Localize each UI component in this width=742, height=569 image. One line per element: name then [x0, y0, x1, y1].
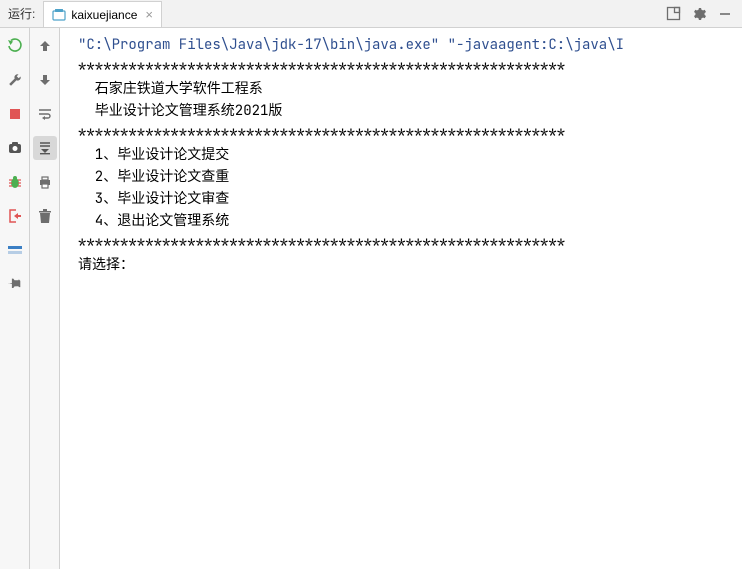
console-line: 石家庄铁道大学软件工程系: [78, 80, 263, 98]
down-arrow-icon[interactable]: [33, 68, 57, 92]
console-line: 3、毕业设计论文审查: [78, 190, 229, 208]
rerun-button[interactable]: [3, 34, 27, 58]
up-arrow-icon[interactable]: [33, 34, 57, 58]
debug-bug-icon[interactable]: [3, 170, 27, 194]
trash-icon[interactable]: [33, 204, 57, 228]
console-line: 1、毕业设计论文提交: [78, 146, 229, 164]
run-body: "C:\Program Files\Java\jdk-17\bin\java.e…: [0, 28, 742, 569]
run-tool-header: 运行: kaixuejiance ×: [0, 0, 742, 28]
console-line: 4、退出论文管理系统: [78, 212, 229, 230]
console-line: ****************************************…: [78, 124, 565, 142]
console-command-line: "C:\Program Files\Java\jdk-17\bin\java.e…: [78, 36, 624, 54]
console-line: ****************************************…: [78, 58, 565, 76]
gear-icon[interactable]: [688, 3, 710, 25]
dump-icon[interactable]: [3, 136, 27, 160]
close-icon[interactable]: ×: [145, 7, 153, 22]
run-tab[interactable]: kaixuejiance ×: [43, 1, 162, 27]
left-toolbar-primary: [0, 28, 30, 569]
console-output[interactable]: "C:\Program Files\Java\jdk-17\bin\java.e…: [60, 28, 742, 569]
soft-wrap-icon[interactable]: [33, 102, 57, 126]
stop-button[interactable]: [3, 102, 27, 126]
run-label: 运行:: [8, 5, 35, 22]
left-toolbar-secondary: [30, 28, 60, 569]
exit-icon[interactable]: [3, 204, 27, 228]
print-icon[interactable]: [33, 170, 57, 194]
layout-icon[interactable]: [662, 3, 684, 25]
wrench-icon[interactable]: [3, 68, 27, 92]
scroll-to-end-icon[interactable]: [33, 136, 57, 160]
console-prompt: 请选择：: [78, 256, 134, 274]
console-line: 2、毕业设计论文查重: [78, 168, 229, 186]
run-config-icon: [52, 8, 66, 22]
console-line: 毕业设计论文管理系统2021版: [78, 102, 282, 120]
run-tab-label: kaixuejiance: [71, 8, 137, 22]
console-line: ****************************************…: [78, 234, 565, 252]
pin-icon[interactable]: [3, 272, 27, 296]
layout-strip-icon[interactable]: [3, 238, 27, 262]
minimize-icon[interactable]: [714, 3, 736, 25]
